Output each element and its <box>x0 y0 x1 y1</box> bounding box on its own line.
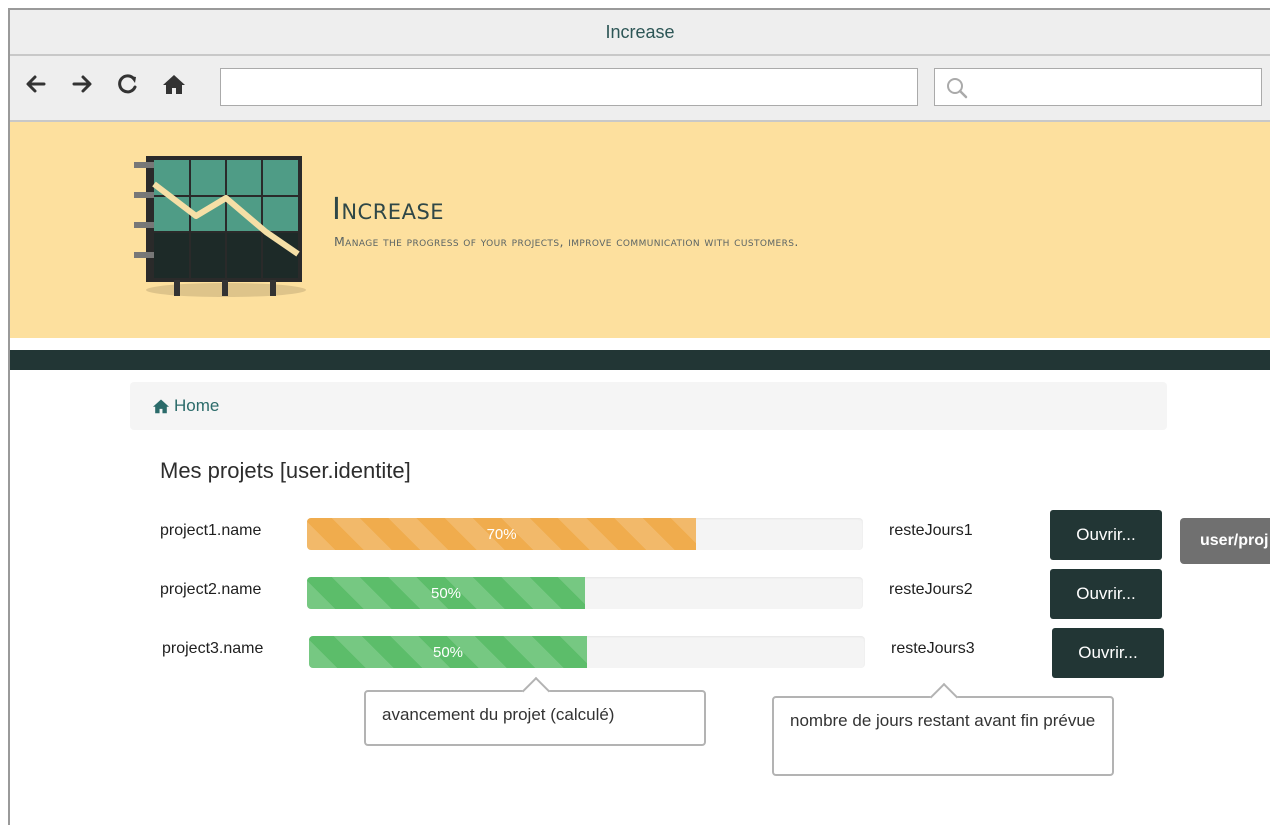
project-row: project1.name 70% resteJours1 Ouvrir... <box>10 510 1270 560</box>
remaining-days: resteJours1 <box>889 522 973 539</box>
window-title: Increase <box>605 21 675 42</box>
project-name: project1.name <box>160 522 262 539</box>
browser-toolbar <box>10 56 1270 122</box>
callout-arrow <box>521 676 551 706</box>
open-project-button[interactable]: Ouvrir... <box>1052 628 1164 678</box>
progress-track: 50% <box>307 577 863 609</box>
progress-bar: 50% <box>307 577 585 609</box>
nav-strip <box>10 350 1270 370</box>
address-bar[interactable] <box>220 68 918 106</box>
progress-track: 50% <box>309 636 865 668</box>
browser-window: Increase Increase Manage the progress of… <box>8 8 1270 825</box>
open-project-button[interactable]: Ouvrir... <box>1050 510 1162 560</box>
home-icon[interactable] <box>160 70 188 98</box>
breadcrumb-home-link[interactable]: Home <box>174 396 219 416</box>
remaining-days: resteJours3 <box>891 640 975 657</box>
search-icon <box>945 76 969 105</box>
project-name: project3.name <box>162 640 264 657</box>
project-row: project2.name 50% resteJours2 Ouvrir... <box>10 569 1270 619</box>
header-banner: Increase Manage the progress of your pro… <box>10 122 1270 338</box>
progress-track: 70% <box>307 518 863 550</box>
callout-arrow <box>929 682 959 712</box>
project-row: project3.name 50% resteJours3 Ouvrir... <box>10 628 1270 678</box>
open-project-button[interactable]: Ouvrir... <box>1050 569 1162 619</box>
progress-label: 50% <box>430 584 462 602</box>
browser-search-field[interactable] <box>934 68 1262 106</box>
forward-arrow-icon[interactable] <box>68 70 96 98</box>
progress-annotation: avancement du projet (calculé) <box>364 676 706 746</box>
reload-icon[interactable] <box>114 70 142 98</box>
brand-subtitle: Manage the progress of your projects, im… <box>334 234 799 249</box>
project-name: project2.name <box>160 581 262 598</box>
progress-bar: 50% <box>309 636 587 668</box>
window-titlebar: Increase <box>10 10 1270 56</box>
progress-label: 70% <box>486 525 517 543</box>
progress-label: 50% <box>432 643 464 661</box>
button-tooltip: user/proj <box>1180 518 1270 564</box>
back-arrow-icon[interactable] <box>22 70 50 98</box>
brand-title: Increase <box>332 192 445 227</box>
progress-bar: 70% <box>307 518 697 550</box>
chart-logo-icon <box>126 150 316 305</box>
page-title: Mes projets [user.identite] <box>160 458 411 483</box>
home-icon[interactable] <box>152 398 170 414</box>
days-annotation: nombre de jours restant avant fin prévue <box>772 682 1114 776</box>
remaining-days: resteJours2 <box>889 581 973 598</box>
breadcrumb: Home <box>130 382 1167 430</box>
